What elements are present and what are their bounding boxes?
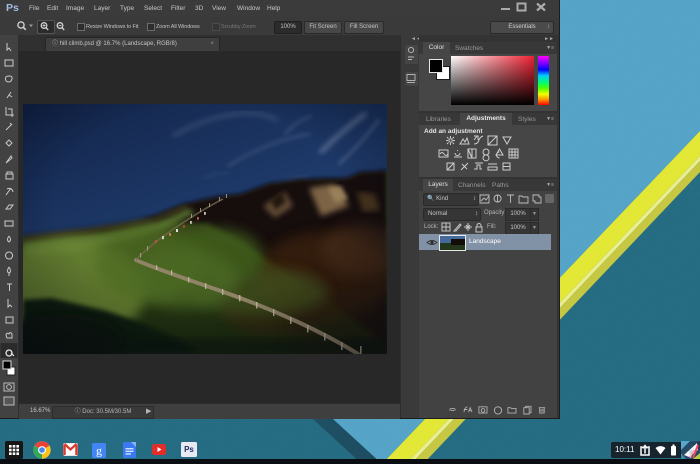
svg-text:g: g <box>96 444 102 458</box>
